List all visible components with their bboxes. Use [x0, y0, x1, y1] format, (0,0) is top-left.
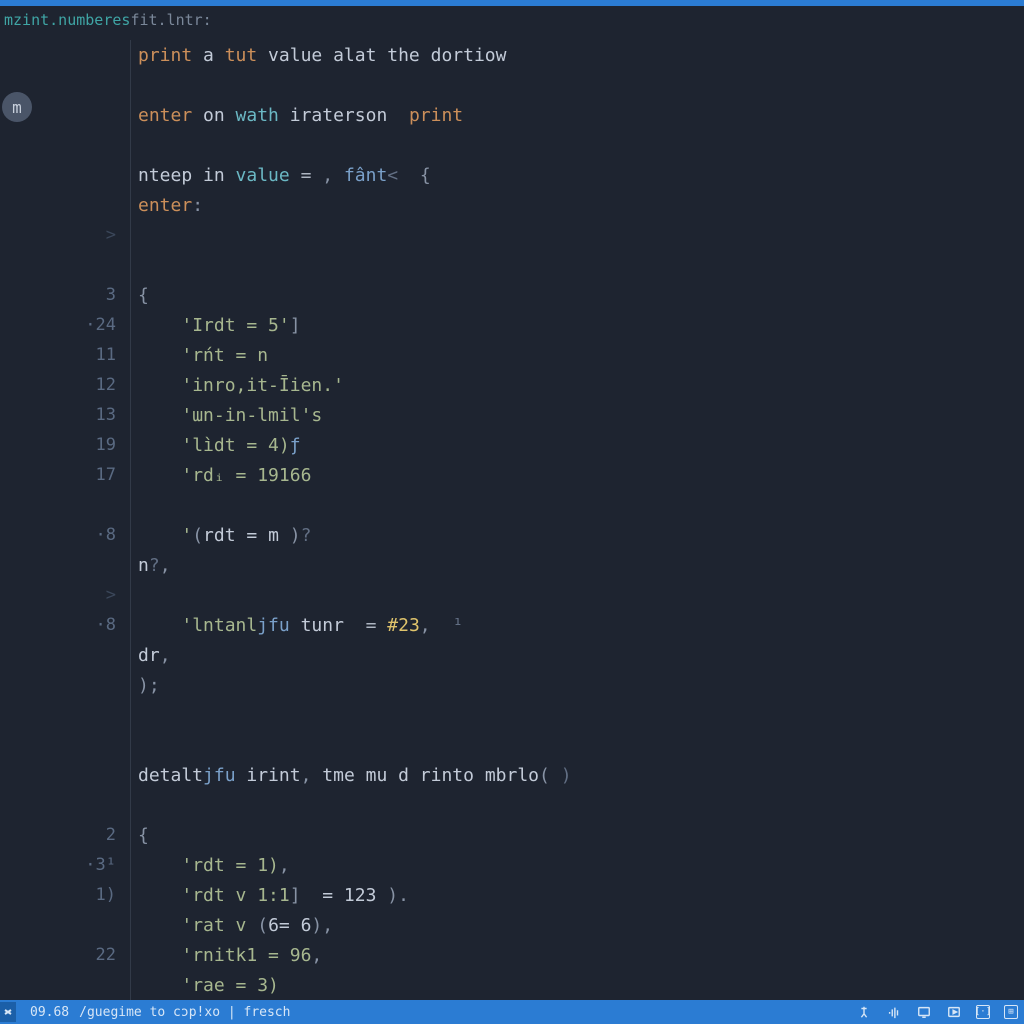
line-content[interactable]: ); [128, 675, 160, 696]
line-content[interactable]: dr, [128, 645, 171, 666]
line-number: 11 [0, 345, 128, 365]
line-content[interactable]: enter on wath iraterson print [128, 105, 463, 126]
gutter-rule [130, 40, 131, 1000]
code-line[interactable]: detaltjfu irint, tme mu d rinto mbrlo( ) [0, 760, 1024, 790]
code-line[interactable]: 'rat v (6= 6), [0, 910, 1024, 940]
code-line[interactable]: 13 'ɯn-in-lmil's [0, 400, 1024, 430]
line-content[interactable]: enter: [128, 195, 203, 216]
code-line[interactable]: nteep in value = , fânt< { [0, 160, 1024, 190]
line-content[interactable]: 'Irdt = 5'] [128, 315, 301, 336]
line-content[interactable]: 'inro,it-Īien.' [128, 375, 344, 396]
tab-extension: fit.lntr: [130, 11, 211, 29]
code-line[interactable]: 17 'rdᵢ = 19166 [0, 460, 1024, 490]
code-line[interactable] [0, 790, 1024, 820]
line-content[interactable]: 'rdt = 1), [128, 855, 290, 876]
line-content[interactable]: 'rat v (6= 6), [128, 915, 333, 936]
line-content[interactable]: 'rae = 3) [128, 975, 279, 996]
code-line[interactable]: 22 'rnitk1 = 96, [0, 940, 1024, 970]
code-line[interactable]: 19 'lìdt = 4)ƒ [0, 430, 1024, 460]
screen-icon[interactable] [916, 1004, 932, 1020]
code-line[interactable]: 11 'rńt = n [0, 340, 1024, 370]
line-number: 1) [0, 885, 128, 905]
code-editor[interactable]: print a tut value alat the dortiow enter … [0, 40, 1024, 1000]
line-number: 12 [0, 375, 128, 395]
code-line[interactable] [0, 70, 1024, 100]
line-number: 2 [0, 825, 128, 845]
tab-bar[interactable]: mzint.numberes fit.lntr: [0, 6, 1024, 34]
status-position[interactable]: 09.68 [30, 1005, 69, 1020]
line-number: ·24 [0, 315, 128, 335]
line-content[interactable]: 'lntanljfu tunr = #23, ¹ [128, 615, 463, 636]
line-number: ·3¹ [0, 855, 128, 875]
code-line[interactable]: 'rae = 3) [0, 970, 1024, 1000]
bracket-icon[interactable]: [·] [976, 1005, 990, 1019]
code-line[interactable]: > [0, 220, 1024, 250]
line-content[interactable]: print a tut value alat the dortiow [128, 45, 506, 66]
line-content[interactable]: 'lìdt = 4)ƒ [128, 435, 301, 456]
line-number: 3 [0, 285, 128, 305]
code-line[interactable]: enter on wath iraterson print [0, 100, 1024, 130]
line-content[interactable]: '(rdt = m )? [128, 525, 311, 546]
line-number: ·8 [0, 525, 128, 545]
line-number: > [0, 585, 128, 605]
line-content[interactable]: 'rdt v 1:1] = 123 ). [128, 885, 409, 906]
line-content[interactable]: 'ɯn-in-lmil's [128, 405, 322, 426]
code-line[interactable] [0, 130, 1024, 160]
code-line[interactable] [0, 700, 1024, 730]
code-line[interactable] [0, 250, 1024, 280]
layout-icon[interactable]: ⊞ [1004, 1005, 1018, 1019]
line-content[interactable]: { [128, 825, 149, 846]
status-bar: 09.68 /guegime to cɔp!xo | fresch [·] ⊞ [0, 1000, 1024, 1024]
tab-filename[interactable]: mzint.numberes [4, 11, 130, 29]
code-line[interactable]: 12 'inro,it-Īien.' [0, 370, 1024, 400]
code-line[interactable]: ·24 'Irdt = 5'] [0, 310, 1024, 340]
code-line[interactable]: print a tut value alat the dortiow [0, 40, 1024, 70]
line-content[interactable]: 'rńt = n [128, 345, 268, 366]
remote-indicator-icon[interactable] [0, 1002, 16, 1022]
line-content[interactable]: 'rdᵢ = 19166 [128, 465, 311, 486]
code-line[interactable]: ·8 'lntanljfu tunr = #23, ¹ [0, 610, 1024, 640]
line-number: > [0, 225, 128, 245]
code-line[interactable]: n?, [0, 550, 1024, 580]
code-line[interactable]: 3{ [0, 280, 1024, 310]
code-line[interactable]: dr, [0, 640, 1024, 670]
pin-icon[interactable] [856, 1004, 872, 1020]
code-line[interactable]: ); [0, 670, 1024, 700]
line-number: 17 [0, 465, 128, 485]
line-content[interactable]: n?, [128, 555, 171, 576]
line-content[interactable]: nteep in value = , fânt< { [128, 165, 431, 186]
code-line[interactable] [0, 730, 1024, 760]
play-icon[interactable] [946, 1004, 962, 1020]
line-number: 22 [0, 945, 128, 965]
code-line[interactable]: ·8 '(rdt = m )? [0, 520, 1024, 550]
line-number: 19 [0, 435, 128, 455]
line-number: 13 [0, 405, 128, 425]
code-line[interactable] [0, 490, 1024, 520]
status-path[interactable]: /guegime to cɔp!xo | fresch [79, 1005, 290, 1020]
code-line[interactable]: enter: [0, 190, 1024, 220]
line-number: ·8 [0, 615, 128, 635]
code-line[interactable]: 1) 'rdt v 1:1] = 123 ). [0, 880, 1024, 910]
code-line[interactable]: > [0, 580, 1024, 610]
code-line[interactable]: ·3¹ 'rdt = 1), [0, 850, 1024, 880]
line-content[interactable]: detaltjfu irint, tme mu d rinto mbrlo( ) [128, 765, 572, 786]
line-content[interactable]: 'rnitk1 = 96, [128, 945, 322, 966]
line-content[interactable]: { [128, 285, 149, 306]
code-line[interactable]: 2{ [0, 820, 1024, 850]
audio-icon[interactable] [886, 1004, 902, 1020]
